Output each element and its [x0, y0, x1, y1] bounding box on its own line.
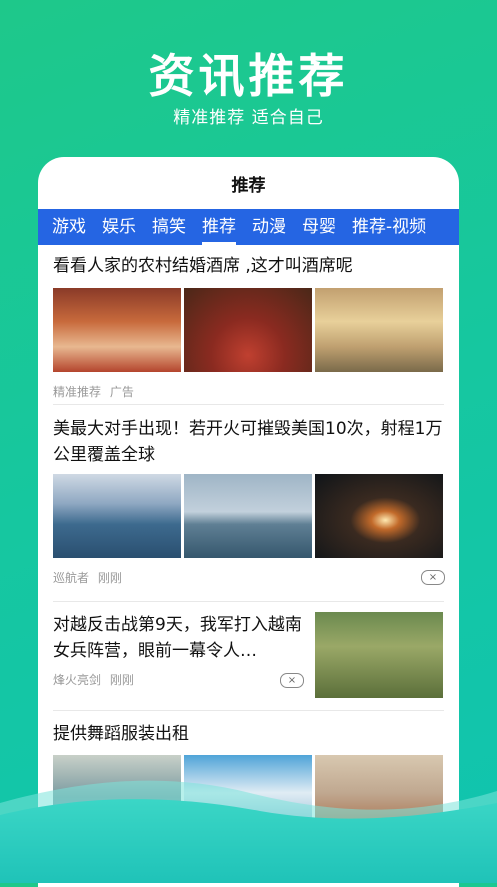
dismiss-button[interactable]: × — [280, 673, 304, 688]
news-image — [315, 474, 443, 558]
category-tabs: 游戏 娱乐 搞笑 推荐 动漫 母婴 推荐-视频 — [38, 209, 459, 245]
news-headline[interactable]: 对越反击战第9天，我军打入越南女兵阵营，眼前一幕令人… — [53, 612, 303, 664]
tab-entertainment[interactable]: 娱乐 — [94, 209, 144, 245]
tab-games[interactable]: 游戏 — [44, 209, 94, 245]
news-image — [315, 288, 443, 372]
news-images — [53, 288, 443, 372]
hero-title: 资讯推荐 — [148, 49, 349, 103]
app-title: 推荐 — [231, 176, 266, 196]
tab-anime[interactable]: 动漫 — [244, 209, 294, 245]
news-image — [315, 612, 443, 698]
tab-recommend[interactable]: 推荐 — [194, 209, 244, 245]
tab-mother-baby[interactable]: 母婴 — [294, 209, 344, 245]
news-images — [53, 474, 443, 558]
news-meta: 精准推荐 广告 — [53, 383, 134, 400]
hero-subtitle: 精准推荐 适合自己 — [173, 108, 324, 128]
news-source: 精准推荐 — [53, 385, 102, 399]
news-image — [184, 288, 312, 372]
news-source: 巡航者 — [53, 571, 90, 585]
news-item[interactable]: 对越反击战第9天，我军打入越南女兵阵营，眼前一幕令人… 烽火亮剑 刚刚 × — [53, 602, 444, 711]
news-headline[interactable]: 看看人家的农村结婚酒席 ,这才叫酒席呢 — [53, 253, 353, 279]
news-item[interactable]: 美最大对手出现！若开火可摧毁美国10次，射程1万公里覆盖全球 巡航者 刚刚 × — [53, 405, 445, 602]
news-time: 广告 — [109, 385, 134, 399]
news-time: 刚刚 — [109, 673, 134, 687]
dismiss-button[interactable]: × — [421, 570, 445, 585]
news-meta: 烽火亮剑 刚刚 — [53, 671, 134, 688]
news-meta: 巡航者 刚刚 — [53, 569, 122, 586]
bottom-wave-decoration — [0, 780, 497, 883]
news-image — [53, 288, 181, 372]
news-time: 刚刚 — [97, 571, 122, 585]
news-image — [53, 474, 181, 558]
news-item[interactable]: 看看人家的农村结婚酒席 ,这才叫酒席呢 精准推荐 广告 — [53, 245, 444, 405]
tab-recommend-video[interactable]: 推荐-视频 — [344, 209, 434, 245]
news-headline[interactable]: 美最大对手出现！若开火可摧毁美国10次，射程1万公里覆盖全球 — [53, 416, 444, 468]
tab-funny[interactable]: 搞笑 — [144, 209, 194, 245]
news-source: 烽火亮剑 — [53, 673, 102, 687]
news-headline[interactable]: 提供舞蹈服装出租 — [53, 721, 189, 747]
news-image — [184, 474, 312, 558]
